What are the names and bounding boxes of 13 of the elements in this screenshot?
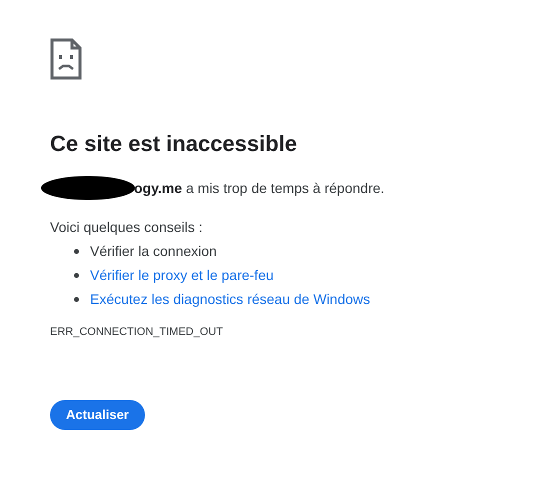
list-bullet — [74, 296, 79, 302]
list-bullet — [74, 248, 79, 254]
host-name: ogy.me — [134, 179, 182, 198]
tip-link[interactable]: Vérifier le proxy et le pare-feu — [90, 265, 274, 285]
page-title: Ce site est inaccessible — [50, 130, 298, 158]
tips-heading: Voici quelques conseils : — [50, 218, 203, 237]
tip-link[interactable]: Exécutez les diagnostics réseau de Windows — [90, 289, 370, 309]
message-text: a mis trop de temps à répondre. — [186, 179, 384, 198]
sad-page-icon — [50, 38, 82, 80]
tip-text: Vérifier la connexion — [90, 242, 217, 261]
list-bullet — [74, 272, 79, 278]
error-code: ERR_CONNECTION_TIMED_OUT — [50, 325, 223, 339]
reload-button[interactable]: Actualiser — [50, 400, 145, 430]
